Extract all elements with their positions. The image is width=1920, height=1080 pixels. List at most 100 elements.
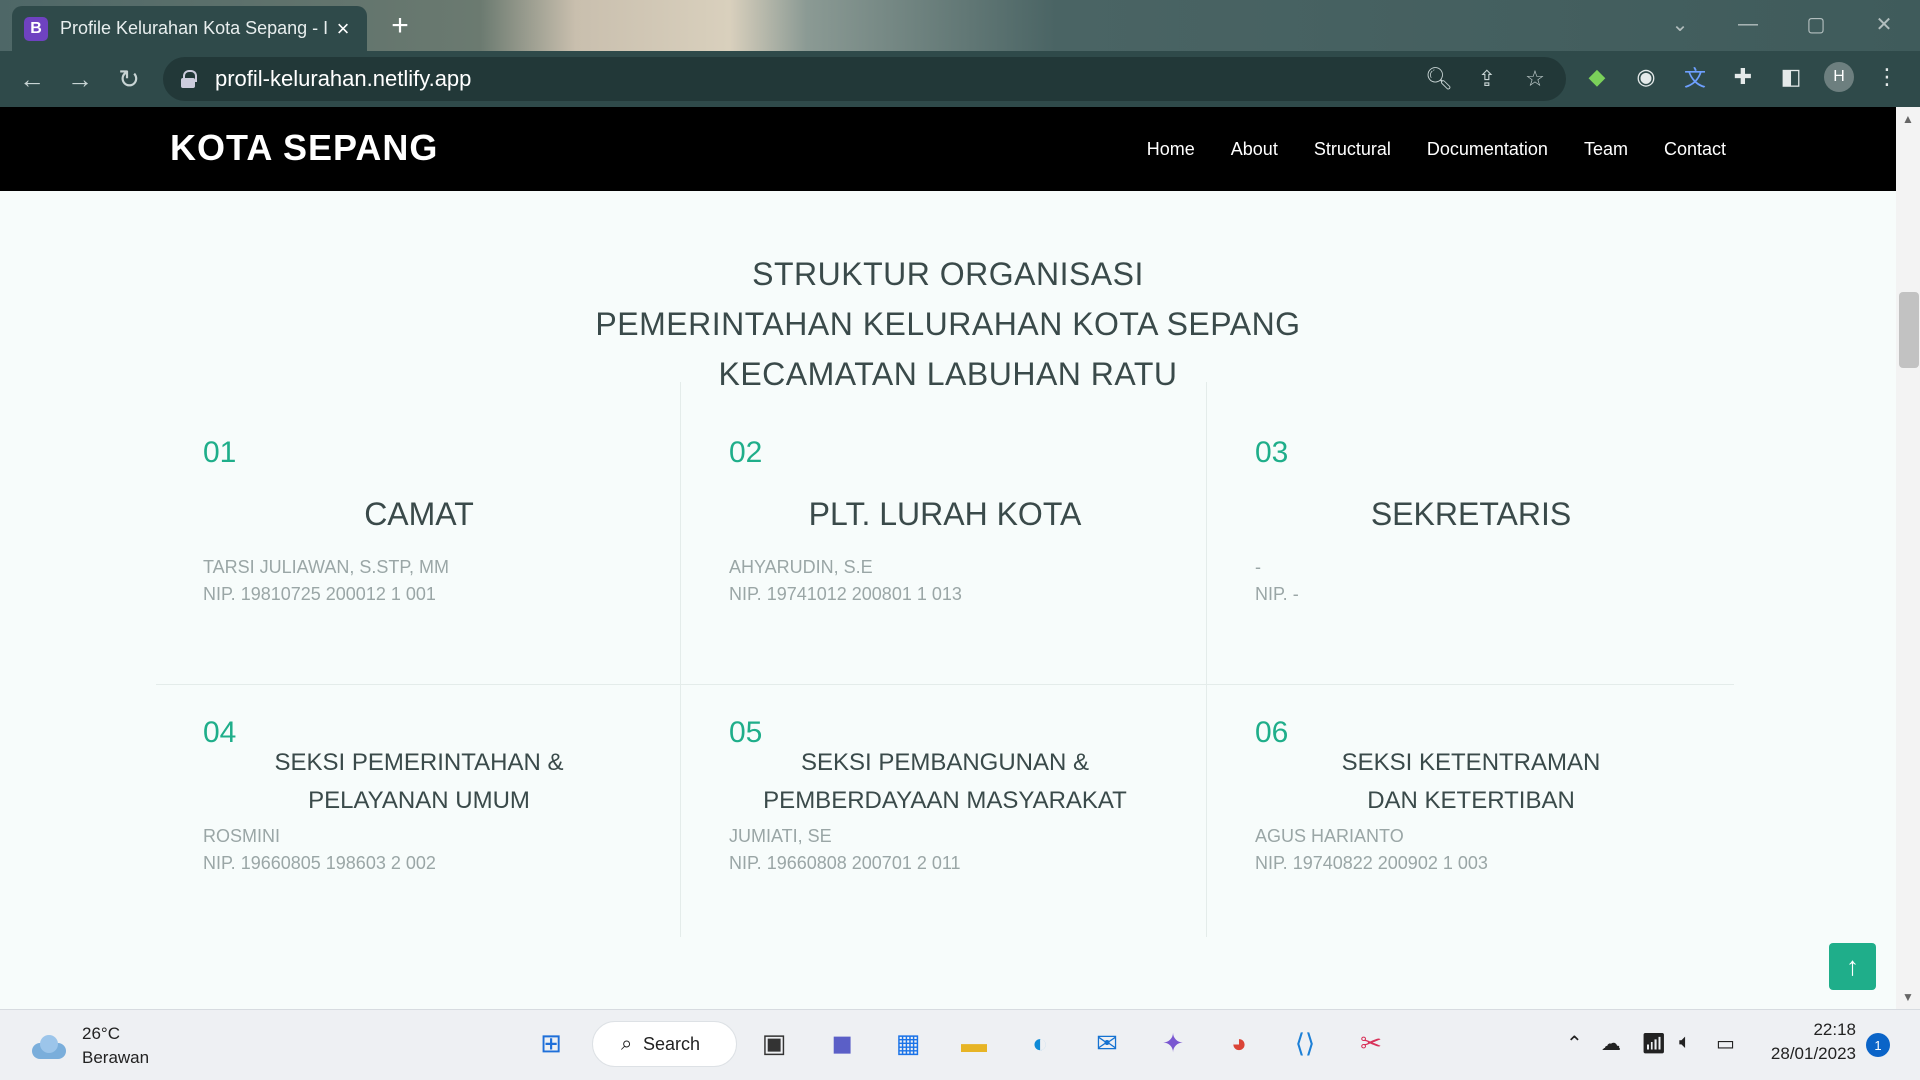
member-role: SEKRETARIS <box>1370 496 1572 532</box>
extension-colorful-icon[interactable]: ◆ <box>1583 63 1611 91</box>
heading-line-2: PEMERINTAHAN KELURAHAN KOTA SEPANG <box>595 306 1301 342</box>
member-role: SEKSI PEMBANGUNAN & PEMBERDAYAAN MASYARA… <box>682 744 1208 820</box>
snipping-tool-icon[interactable]: ✂ <box>1351 1023 1391 1063</box>
wifi-icon[interactable]: 📶︎ <box>1641 1031 1666 1056</box>
main-nav: Home About Structural Documentation Team… <box>1111 107 1726 191</box>
google-translate-icon[interactable]: 文 <box>1681 63 1709 91</box>
member-role-line: PEMBERDAYAAN MASYARAKAT <box>763 787 1127 814</box>
scrollbar-thumb[interactable] <box>1899 292 1919 368</box>
close-tab-icon[interactable]: × <box>331 16 355 41</box>
scroll-up-arrow-icon[interactable]: ▲ <box>1900 112 1916 126</box>
back-button[interactable]: ← <box>16 63 48 95</box>
site-navbar: KOTA SEPANG Home About Structural Docume… <box>0 107 1896 191</box>
clock-date: 28/01/2023 <box>1770 1044 1856 1063</box>
clock-time: 22:18 <box>1813 1020 1856 1039</box>
member-nip: NIP. 19660808 200701 2 011 <box>729 853 961 873</box>
member-role: CAMAT <box>364 496 474 532</box>
bookmark-star-icon[interactable]: ☆ <box>1521 65 1549 93</box>
nav-documentation[interactable]: Documentation <box>1427 139 1548 160</box>
cloud-icon <box>28 1033 68 1059</box>
member-name: - <box>1255 557 1261 577</box>
nav-about[interactable]: About <box>1231 139 1278 160</box>
camera-extension-icon[interactable]: ◉ <box>1632 63 1660 91</box>
heading-line-1: STRUKTUR ORGANISASI <box>752 256 1144 292</box>
search-icon: ⌕ <box>621 1032 633 1055</box>
minimize-button[interactable]: — <box>1718 6 1778 42</box>
browser-menu-icon[interactable]: ⋮ <box>1873 63 1901 91</box>
nav-contact[interactable]: Contact <box>1664 139 1726 160</box>
member-nip: NIP. 19810725 200012 1 001 <box>203 584 436 604</box>
back-to-top-button[interactable]: ↑ <box>1829 943 1876 990</box>
lock-icon[interactable] <box>181 70 197 88</box>
weather-text: 26°C Berawan <box>82 1022 149 1070</box>
member-nip: NIP. 19741012 200801 1 013 <box>729 584 962 604</box>
member-role-line: PELAYANAN UMUM <box>308 787 530 814</box>
member-role-line: SEKSI PEMERINTAHAN & <box>274 749 564 776</box>
member-name: AGUS HARIANTO <box>1255 826 1404 846</box>
member-nip: NIP. - <box>1255 584 1299 604</box>
member-number: 03 <box>1255 436 1289 469</box>
file-explorer-icon[interactable]: ▬ <box>954 1023 994 1063</box>
heading-line-3: KECAMATAN LABUHAN RATU <box>718 356 1178 392</box>
member-name: TARSI JULIAWAN, S.STP, MM <box>203 557 450 577</box>
search-label: Search <box>643 1033 701 1054</box>
section-heading: STRUKTUR ORGANISASI PEMERINTAHAN KELURAH… <box>0 249 1896 399</box>
forward-button[interactable]: → <box>64 63 96 95</box>
page-scrollbar[interactable] <box>1896 107 1920 1009</box>
taskbar-clock[interactable]: 22:18 28/01/2023 <box>1760 1018 1856 1066</box>
structure-section: STRUKTUR ORGANISASI PEMERINTAHAN KELURAH… <box>0 191 1896 1009</box>
weather-temp: 26°C <box>82 1024 120 1043</box>
vscode-app-icon[interactable]: ⟨⟩ <box>1285 1023 1325 1063</box>
edge-browser-icon[interactable]: ◐ <box>1020 1023 1060 1063</box>
member-role: SEKSI PEMERINTAHAN & PELAYANAN UMUM <box>156 744 682 820</box>
notification-badge[interactable]: 1 <box>1866 1033 1890 1057</box>
tray-overflow-chevron-icon[interactable]: ⌃ <box>1566 1031 1583 1056</box>
nav-home[interactable]: Home <box>1147 139 1195 160</box>
taskbar-search[interactable]: ⌕ Search <box>592 1021 737 1067</box>
zoom-icon[interactable]: 🔍︎ <box>1425 65 1453 93</box>
close-window-button[interactable]: ✕ <box>1854 6 1914 42</box>
copilot-app-icon[interactable]: ✦ <box>1153 1023 1193 1063</box>
task-view-icon[interactable]: ▣ <box>754 1023 794 1063</box>
member-nip: NIP. 19740822 200902 1 003 <box>1255 853 1488 873</box>
member-role-line: SEKSI KETENTRAMAN <box>1341 749 1601 776</box>
volume-icon[interactable]: 🔈︎ <box>1679 1031 1691 1054</box>
teams-chat-icon[interactable]: ◼ <box>822 1023 862 1063</box>
browser-tab-strip: B Profile Kelurahan Kota Sepang - I × + … <box>0 0 1920 51</box>
bootstrap-favicon-icon: B <box>24 16 48 41</box>
grid-divider <box>680 382 681 937</box>
member-role-line: SEKSI PEMBANGUNAN & <box>800 749 1090 776</box>
side-panel-icon[interactable]: ◧ <box>1777 63 1805 91</box>
extensions-puzzle-icon[interactable]: ✚ <box>1729 63 1757 91</box>
url-text: profil-kelurahan.netlify.app <box>215 66 472 91</box>
weather-widget[interactable]: 26°C Berawan <box>28 1022 149 1070</box>
site-brand[interactable]: KOTA SEPANG <box>170 127 438 169</box>
mail-app-icon[interactable]: ✉ <box>1087 1023 1127 1063</box>
tab-title: Profile Kelurahan Kota Sepang - I <box>60 18 329 38</box>
member-role: PLT. LURAH KOTA <box>808 496 1082 532</box>
member-role-line: DAN KETERTIBAN <box>1367 787 1575 814</box>
share-icon[interactable]: ⇪ <box>1473 65 1501 93</box>
maximize-button[interactable]: ▢ <box>1786 6 1846 42</box>
scroll-down-arrow-icon[interactable]: ▼ <box>1900 990 1916 1004</box>
battery-icon[interactable]: ▭ <box>1716 1031 1735 1056</box>
tab-search-chevron-icon[interactable]: ⌄ <box>1650 6 1710 42</box>
chrome-app-icon[interactable]: ◕ <box>1219 1023 1259 1063</box>
address-bar[interactable]: profil-kelurahan.netlify.app 🔍︎ ⇪ ☆ <box>163 57 1566 101</box>
browser-tab-active[interactable]: B Profile Kelurahan Kota Sepang - I × <box>12 6 367 51</box>
nav-structural[interactable]: Structural <box>1314 139 1391 160</box>
nav-team[interactable]: Team <box>1584 139 1628 160</box>
new-tab-button[interactable]: + <box>384 9 416 42</box>
reload-button[interactable]: ↻ <box>113 63 145 95</box>
member-nip: NIP. 19660805 198603 2 002 <box>203 853 436 873</box>
member-name: AHYARUDIN, S.E <box>729 557 873 577</box>
member-number: 02 <box>729 436 763 469</box>
calendar-app-icon[interactable]: ▦ <box>888 1023 928 1063</box>
profile-avatar[interactable]: H <box>1824 62 1854 92</box>
onedrive-cloud-icon[interactable]: ☁ <box>1601 1031 1621 1056</box>
member-number: 01 <box>203 436 237 469</box>
grid-divider <box>1206 382 1207 937</box>
member-name: ROSMINI <box>203 826 281 846</box>
windows-start-icon[interactable]: ⊞ <box>531 1023 571 1063</box>
member-role: SEKSI KETENTRAMAN DAN KETERTIBAN <box>1208 744 1734 820</box>
